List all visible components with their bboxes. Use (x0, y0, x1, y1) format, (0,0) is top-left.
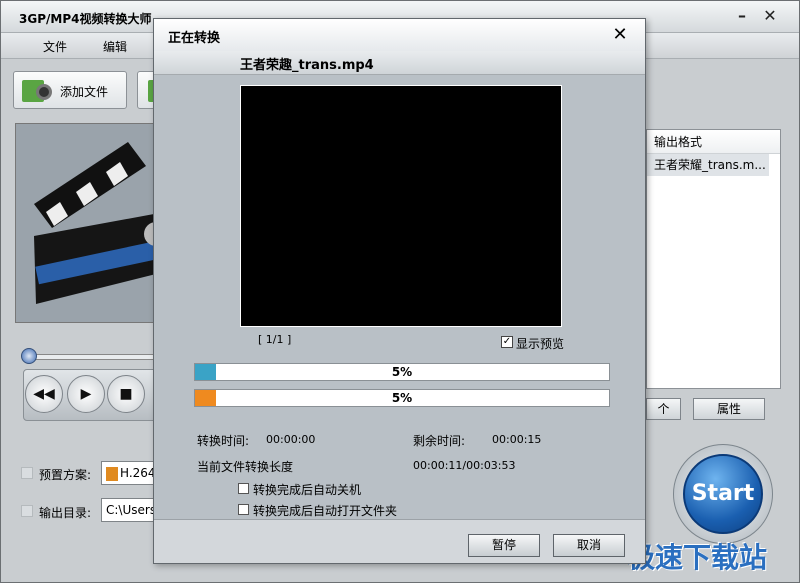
play-icon[interactable]: ▶ (67, 375, 105, 413)
auto-shutdown-checkbox[interactable] (238, 483, 249, 494)
close-icon[interactable]: ✕ (759, 5, 781, 27)
list-item[interactable]: 王者荣耀_trans.m... (647, 154, 769, 176)
auto-open-folder-checkbox[interactable] (238, 504, 249, 515)
conversion-dialog: 正在转换 ✕ 王者荣趣_trans.mp4 [ 1/1 ] ✓ 显示预览 5% … (153, 18, 646, 564)
file-list: 输出格式 王者荣耀_trans.m... (646, 129, 781, 389)
decorative-square (21, 505, 33, 517)
current-length-label: 当前文件转换长度 (197, 460, 294, 474)
output-label: 输出目录: (39, 506, 92, 520)
minimize-icon[interactable]: – (731, 5, 753, 27)
output-dir-field[interactable]: C:\Users (101, 498, 159, 522)
pause-button[interactable]: 暂停 (468, 534, 540, 557)
film-reel-icon (36, 84, 52, 100)
elapsed-value: 00:00:00 (266, 433, 316, 446)
start-button[interactable]: Start (683, 454, 763, 534)
partial-button[interactable]: 个 (646, 398, 681, 420)
file-progress-bar: 5% (194, 363, 610, 381)
remaining-value: 00:00:15 (492, 433, 542, 446)
close-icon[interactable]: ✕ (609, 24, 631, 46)
elapsed-label: 转换时间: (197, 434, 250, 448)
file-counter: [ 1/1 ] (258, 333, 292, 346)
auto-shutdown-label: 转换完成后自动关机 (253, 483, 362, 497)
stop-icon[interactable]: ■ (107, 375, 145, 413)
properties-button[interactable]: 属性 (693, 398, 765, 420)
watermark: 极速下载站 (627, 541, 768, 574)
clapperboard-image (16, 124, 159, 322)
show-preview-label: 显示预览 (516, 337, 565, 351)
file-header: 王者荣趣_trans.mp4 (154, 51, 645, 75)
video-preview (15, 123, 160, 323)
remaining-label: 剩余时间: (413, 434, 466, 448)
app-title: 3GP/MP4视频转换大师 (19, 12, 152, 26)
dialog-footer: 暂停 取消 (154, 519, 645, 563)
add-file-label: 添加文件 (60, 85, 109, 99)
preview-video (240, 85, 562, 327)
dialog-title-bar: 正在转换 ✕ (154, 19, 645, 51)
file-progress-text: 5% (391, 365, 413, 379)
add-file-button[interactable]: 添加文件 (13, 71, 127, 109)
auto-open-folder-label: 转换完成后自动打开文件夹 (253, 504, 398, 518)
total-progress-bar: 5% (194, 389, 610, 407)
dialog-title: 正在转换 (168, 31, 221, 46)
preset-select[interactable]: H.264. (101, 461, 159, 485)
seek-bar[interactable] (23, 354, 163, 360)
menu-file[interactable]: 文件 (43, 38, 67, 55)
column-header-output-format[interactable]: 输出格式 (647, 130, 780, 154)
cancel-button[interactable]: 取消 (553, 534, 625, 557)
output-dir-value: C:\Users (106, 503, 157, 517)
seek-thumb[interactable] (21, 348, 37, 364)
total-progress-text: 5% (391, 391, 413, 405)
film-icon (106, 466, 118, 481)
current-file-name: 王者荣趣_trans.mp4 (240, 58, 374, 73)
current-length-value: 00:00:11/00:03:53 (413, 459, 516, 472)
preset-label: 预置方案: (39, 468, 92, 482)
menu-edit[interactable]: 编辑 (103, 38, 127, 55)
rewind-icon[interactable]: ◀◀ (25, 375, 63, 413)
show-preview-checkbox[interactable]: ✓ (501, 336, 513, 348)
decorative-square (21, 467, 33, 479)
